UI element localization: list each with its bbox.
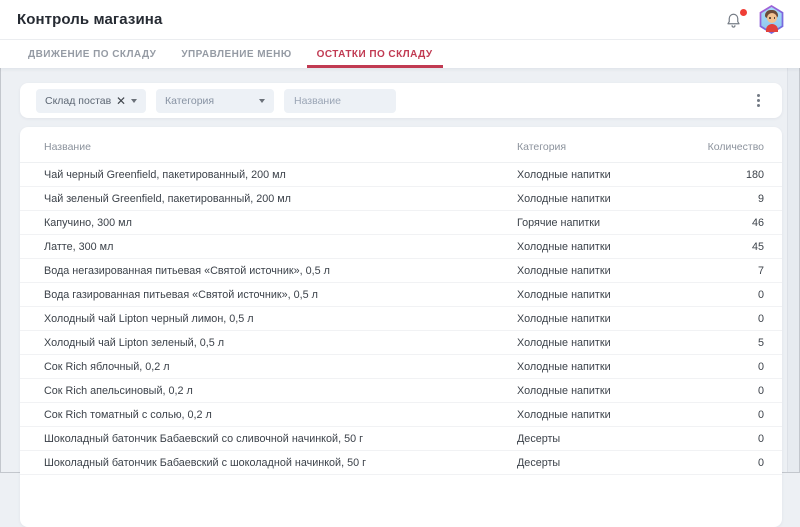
header-actions (725, 5, 785, 34)
cell-name: Сок Rich яблочный, 0,2 л (44, 361, 517, 373)
avatar-emoji-body (766, 24, 778, 32)
table-row: Шоколадный батончик Бабаевский с шоколад… (20, 451, 782, 475)
column-header-name: Название (44, 141, 517, 153)
cell-qty: 0 (684, 433, 764, 445)
table-row: Вода негазированная питьевая «Святой ист… (20, 259, 782, 283)
cell-cat: Холодные напитки (517, 385, 684, 397)
cell-cat: Холодные напитки (517, 169, 684, 181)
avatar-emoji-eye (769, 17, 771, 19)
table-row: Чай черный Greenfield, пакетированный, 2… (20, 163, 782, 187)
cell-cat: Холодные напитки (517, 361, 684, 373)
tab-bar: ДВИЖЕНИЕ ПО СКЛАДУ УПРАВЛЕНИЕ МЕНЮ ОСТАТ… (0, 40, 800, 68)
cell-cat: Десерты (517, 433, 684, 445)
cell-qty: 46 (684, 217, 764, 229)
table-row: Сок Rich апельсиновый, 0,2 лХолодные нап… (20, 379, 782, 403)
clear-filter-icon[interactable]: ✕ (116, 95, 126, 107)
cell-qty: 45 (684, 241, 764, 253)
category-select[interactable]: Категория (156, 89, 274, 113)
kebab-menu-icon (757, 94, 760, 97)
cell-cat: Горячие напитки (517, 217, 684, 229)
cell-name: Вода негазированная питьевая «Святой ист… (44, 265, 517, 277)
filters-card: Склад поставщика (о... ✕ Категория (20, 83, 782, 118)
column-header-quantity: Количество (684, 141, 764, 153)
notification-badge (740, 9, 747, 16)
page-title: Контроль магазина (17, 11, 162, 28)
cell-qty: 5 (684, 337, 764, 349)
cell-qty: 0 (684, 313, 764, 325)
user-avatar[interactable] (758, 5, 785, 34)
more-options-button[interactable] (751, 90, 766, 111)
cell-name: Латте, 300 мл (44, 241, 517, 253)
cell-name: Шоколадный батончик Бабаевский со сливоч… (44, 433, 517, 445)
cell-cat: Холодные напитки (517, 313, 684, 325)
table-row: Холодный чай Lipton зеленый, 0,5 лХолодн… (20, 331, 782, 355)
cell-cat: Холодные напитки (517, 241, 684, 253)
table-row: Шоколадный батончик Бабаевский со сливоч… (20, 427, 782, 451)
name-filter-input[interactable] (284, 89, 396, 113)
category-placeholder: Категория (165, 95, 214, 107)
cell-cat: Холодные напитки (517, 337, 684, 349)
cell-cat: Холодные напитки (517, 289, 684, 301)
cell-qty: 0 (684, 385, 764, 397)
app-header: Контроль магазина (0, 0, 800, 40)
cell-name: Сок Rich томатный с солью, 0,2 л (44, 409, 517, 421)
cell-cat: Холодные напитки (517, 193, 684, 205)
tab-warehouse-movement[interactable]: ДВИЖЕНИЕ ПО СКЛАДУ (18, 40, 166, 68)
cell-qty: 180 (684, 169, 764, 181)
avatar-emoji-face (767, 13, 777, 23)
table-row: Капучино, 300 млГорячие напитки46 (20, 211, 782, 235)
tab-menu-management[interactable]: УПРАВЛЕНИЕ МЕНЮ (171, 40, 301, 68)
cell-name: Капучино, 300 мл (44, 217, 517, 229)
cell-name: Вода газированная питьевая «Святой источ… (44, 289, 517, 301)
main-content: Склад поставщика (о... ✕ Категория Назва… (0, 83, 800, 527)
table-body: Чай черный Greenfield, пакетированный, 2… (20, 163, 782, 475)
supplier-warehouse-value: Склад поставщика (о... (45, 95, 111, 107)
avatar-emoji-eye (774, 17, 776, 19)
cell-qty: 0 (684, 409, 764, 421)
supplier-warehouse-select[interactable]: Склад поставщика (о... ✕ (36, 89, 146, 113)
chevron-down-icon (131, 99, 137, 103)
cell-name: Холодный чай Lipton зеленый, 0,5 л (44, 337, 517, 349)
cell-name: Шоколадный батончик Бабаевский с шоколад… (44, 457, 517, 469)
stock-table-card: Название Категория Количество Чай черный… (20, 127, 782, 527)
cell-qty: 9 (684, 193, 764, 205)
cell-name: Чай зеленый Greenfield, пакетированный, … (44, 193, 517, 205)
table-row: Латте, 300 млХолодные напитки45 (20, 235, 782, 259)
cell-name: Сок Rich апельсиновый, 0,2 л (44, 385, 517, 397)
notifications-button[interactable] (725, 9, 745, 31)
cell-cat: Холодные напитки (517, 265, 684, 277)
table-row: Вода газированная питьевая «Святой источ… (20, 283, 782, 307)
scrollbar-track[interactable] (787, 68, 799, 472)
table-row: Сок Rich томатный с солью, 0,2 лХолодные… (20, 403, 782, 427)
cell-qty: 7 (684, 265, 764, 277)
chevron-down-icon (259, 99, 265, 103)
cell-cat: Десерты (517, 457, 684, 469)
table-row: Холодный чай Lipton черный лимон, 0,5 лХ… (20, 307, 782, 331)
column-header-category: Категория (517, 141, 684, 153)
cell-qty: 0 (684, 289, 764, 301)
cell-cat: Холодные напитки (517, 409, 684, 421)
table-header-row: Название Категория Количество (20, 127, 782, 163)
cell-name: Холодный чай Lipton черный лимон, 0,5 л (44, 313, 517, 325)
cell-qty: 0 (684, 361, 764, 373)
cell-qty: 0 (684, 457, 764, 469)
table-row: Чай зеленый Greenfield, пакетированный, … (20, 187, 782, 211)
cell-name: Чай черный Greenfield, пакетированный, 2… (44, 169, 517, 181)
table-row: Сок Rich яблочный, 0,2 лХолодные напитки… (20, 355, 782, 379)
tab-warehouse-stock[interactable]: ОСТАТКИ ПО СКЛАДУ (307, 40, 443, 68)
